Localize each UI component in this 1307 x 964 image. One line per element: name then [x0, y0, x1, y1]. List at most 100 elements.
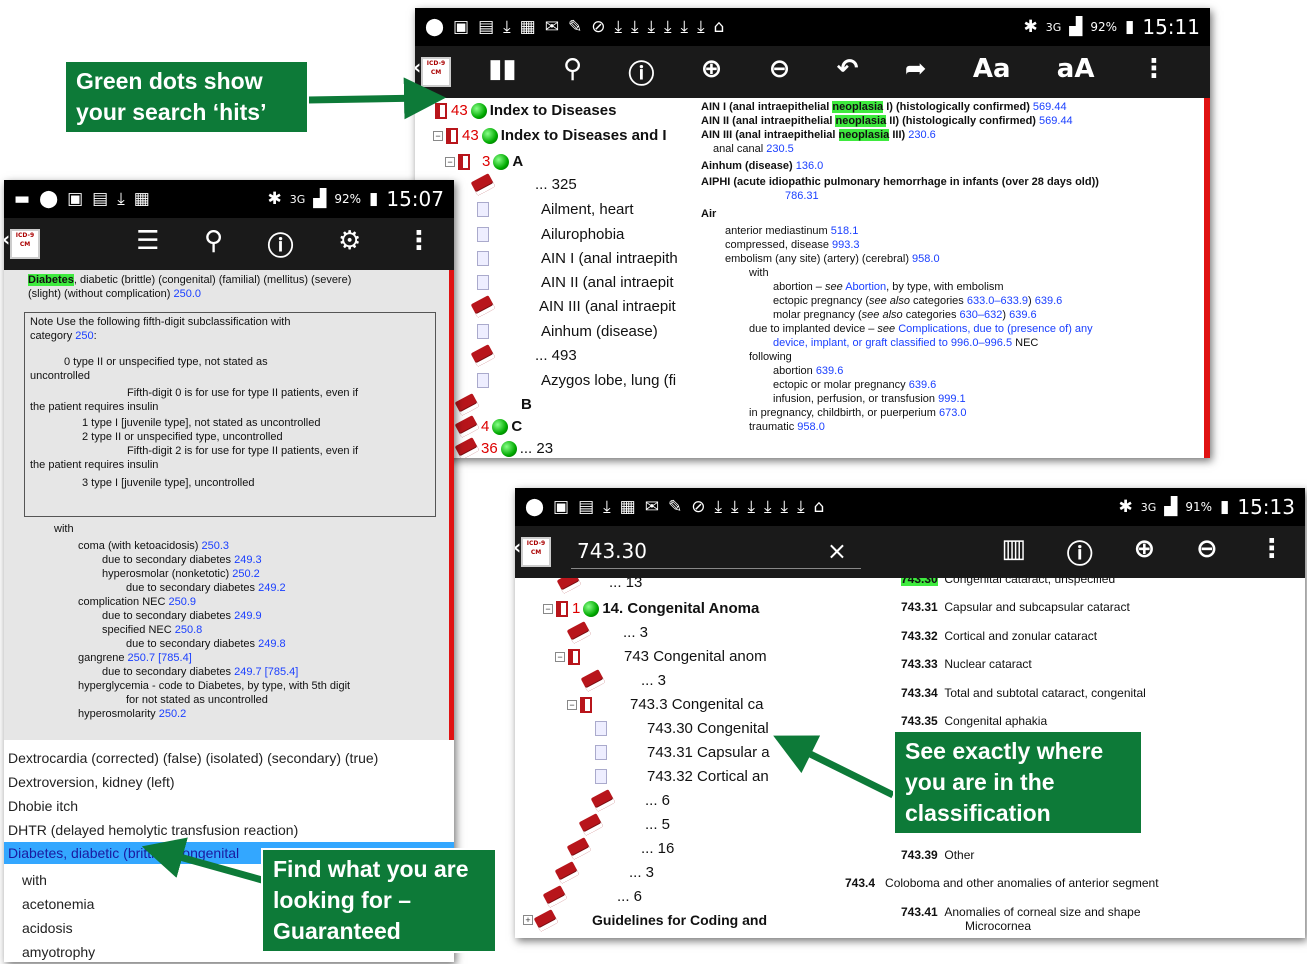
- tree-row[interactable]: 743.32 Cortical an: [595, 768, 769, 785]
- clear-icon[interactable]: ×: [827, 537, 847, 565]
- tree-row[interactable]: 743.31 Capsular a: [595, 744, 770, 761]
- tree-row[interactable]: B: [454, 393, 532, 416]
- expand-icon[interactable]: +: [523, 915, 533, 925]
- clock: 15:13: [1237, 495, 1295, 519]
- bluetooth-icon: ✱: [267, 189, 282, 209]
- code-row: 743.33 Nuclear cataract: [901, 657, 1032, 671]
- more-icon[interactable]: ⋮: [406, 226, 432, 263]
- collapse-icon[interactable]: −: [445, 156, 455, 167]
- screenshot-code-lookup: ⬤▣▤⤓▦✉✎⊘⤓⤓⤓⤓⤓⤓⌂ ✱ 3G ▟ 91% ▮ 15:13 ICD-9…: [515, 488, 1305, 938]
- page-icon: [595, 769, 607, 784]
- battery-level: 92%: [1090, 20, 1117, 34]
- tree-row[interactable]: −3 A: [445, 153, 523, 170]
- entry-heading: Diabetes, diabetic (brittle) (congenital…: [28, 274, 352, 286]
- entry-line: molar pregnancy (see also categories 630…: [773, 309, 1037, 321]
- tree-row[interactable]: Ailurophobia: [477, 226, 624, 243]
- collapse-icon[interactable]: −: [567, 699, 577, 710]
- help-icon[interactable]: ⓘ: [267, 226, 293, 263]
- clock: 15:11: [1142, 15, 1200, 39]
- tree-row[interactable]: ... 13: [556, 578, 642, 594]
- list-item[interactable]: DHTR (delayed hemolytic transfusion reac…: [8, 822, 298, 838]
- app-logo-back[interactable]: ICD-9CM: [4, 229, 40, 259]
- hit-dot-icon: [492, 418, 509, 435]
- tree-row[interactable]: ... 3: [566, 621, 648, 644]
- list-item[interactable]: Dhobie itch: [8, 798, 78, 814]
- search-icon[interactable]: ⚲: [204, 226, 223, 263]
- tree-row[interactable]: −43 Index to Diseases and I: [433, 127, 667, 144]
- zoom-in-icon[interactable]: ⊕: [701, 54, 723, 91]
- app-logo-back[interactable]: ICD-9CM: [515, 537, 551, 567]
- entry-line: anterior mediastinum 518.1: [725, 225, 859, 237]
- book-icon[interactable]: ▮▮: [488, 54, 517, 91]
- more-icon[interactable]: ⋮: [1259, 534, 1285, 571]
- back-icon[interactable]: ↶: [837, 54, 859, 91]
- tree-row[interactable]: ... 6: [542, 885, 642, 908]
- arrow-hits: [307, 77, 446, 120]
- tree-row[interactable]: AIN II (anal intraepit: [477, 274, 674, 291]
- tree-row[interactable]: ... 3: [580, 669, 666, 692]
- barcode-icon[interactable]: ▥: [1001, 534, 1026, 571]
- code-row: 743.41 Anomalies of corneal size and sha…: [901, 905, 1141, 919]
- font-decrease-button[interactable]: Aa: [973, 54, 1011, 91]
- list-item[interactable]: acidosis: [22, 920, 73, 936]
- battery-level: 92%: [334, 192, 361, 206]
- search-icon[interactable]: ⚲: [563, 54, 582, 91]
- tree-row[interactable]: ... 325: [470, 173, 577, 196]
- content-pane: AIN I (anal intraepithelial neoplasia I)…: [683, 98, 1210, 458]
- status-bar: ⬤ ▣ ▤ ⤓ ▦ ✉ ✎ ⊘ ⤓ ⤓ ⤓ ⤓ ⤓ ⤓ ⌂ ✱ 3G ▟ 92% ▮ 15:11: [415, 8, 1210, 46]
- toolbar: ICD-9CM ▮▮ ⚲ ⓘ ⊕ ⊖ ↶ ➦ Aa aA ⋮: [415, 46, 1210, 98]
- list-item[interactable]: with: [22, 872, 47, 888]
- screenshot-index-hits: ⬤▣▤⤓▦✉✎⊘⤓⤓⤓⤓⤓⤓⌂ ✱ 3G ▟ 92% ▮ 15:11 ICD-9…: [415, 8, 1210, 458]
- collapse-icon[interactable]: −: [555, 651, 565, 662]
- tree-row[interactable]: −1 14. Congenital Anoma: [543, 600, 759, 617]
- tree-row[interactable]: + Guidelines for Coding and: [523, 908, 767, 932]
- tree-row[interactable]: −743 Congenital anom: [555, 648, 767, 665]
- tree-row[interactable]: ... 493: [470, 344, 577, 367]
- tree-row[interactable]: AIN I (anal intraepith: [477, 250, 678, 267]
- tree-row[interactable]: ... 5: [578, 813, 670, 836]
- font-increase-button[interactable]: aA: [1057, 54, 1095, 91]
- app-logo-back[interactable]: ICD-9CM: [415, 57, 451, 87]
- entry-line: hyperosmolarity 250.2: [78, 708, 187, 720]
- tree-row[interactable]: Ailment, heart: [477, 201, 634, 218]
- list-item[interactable]: acetonemia: [22, 896, 94, 912]
- help-icon[interactable]: ⓘ: [1067, 534, 1093, 571]
- page-icon: [477, 275, 489, 290]
- list-item[interactable]: Dextroversion, kidney (left): [8, 774, 175, 790]
- collapse-icon[interactable]: −: [433, 130, 443, 141]
- book-icon: [454, 437, 480, 458]
- tree-row[interactable]: 36... 23: [454, 437, 553, 458]
- tree-row[interactable]: Azygos lobe, lung (fi: [477, 372, 676, 389]
- notification-icons: ▬ ⬤ ▣ ▤ ⤓ ▦: [14, 189, 150, 209]
- status-bar: ▬ ⬤ ▣ ▤ ⤓ ▦ ✱ 3G ▟ 92% ▮ 15:07: [4, 180, 454, 218]
- entry-line: specified NEC 250.8: [102, 624, 203, 636]
- tree-row[interactable]: ... 3: [554, 861, 654, 884]
- more-icon[interactable]: ⋮: [1141, 54, 1167, 91]
- note-line: 2 type II or unspecified type, uncontrol…: [82, 431, 283, 443]
- settings-icon[interactable]: ⚙: [338, 226, 361, 263]
- list-item[interactable]: amyotrophy: [22, 944, 95, 960]
- tree-row[interactable]: −743.3 Congenital ca: [567, 696, 763, 713]
- help-icon[interactable]: ⓘ: [628, 54, 654, 91]
- forward-icon[interactable]: ➦: [905, 54, 927, 91]
- entry-ainhum: Ainhum (disease) 136.0: [701, 160, 824, 172]
- tree-row[interactable]: AIN III (anal intraepit: [470, 295, 676, 318]
- list-icon[interactable]: ☰: [136, 226, 159, 263]
- tree-row[interactable]: ... 16: [566, 837, 674, 860]
- list-item[interactable]: Dextrocardia (corrected) (false) (isolat…: [8, 750, 378, 766]
- collapse-icon[interactable]: −: [543, 603, 553, 614]
- entry-line: embolism (any site) (artery) (cerebral) …: [725, 253, 940, 265]
- note-line: Fifth-digit 0 is for use for type II pat…: [127, 387, 359, 399]
- tree-row[interactable]: 43 Index to Diseases: [435, 102, 616, 119]
- zoom-out-icon[interactable]: ⊖: [769, 54, 791, 91]
- code-link[interactable]: 786.31: [785, 190, 819, 203]
- entry-anal-canal: anal canal 230.5: [713, 143, 794, 155]
- zoom-in-icon[interactable]: ⊕: [1133, 534, 1155, 571]
- tree-row[interactable]: 4C: [454, 415, 522, 438]
- entry-line: infusion, perfusion, or transfusion 999.…: [773, 393, 966, 405]
- tree-row[interactable]: 743.30 Congenital: [595, 720, 769, 737]
- tree-row[interactable]: Ainhum (disease): [477, 323, 658, 340]
- search-input[interactable]: 743.30 ×: [571, 535, 861, 569]
- tree-row[interactable]: ... 6: [590, 789, 670, 812]
- zoom-out-icon[interactable]: ⊖: [1196, 534, 1218, 571]
